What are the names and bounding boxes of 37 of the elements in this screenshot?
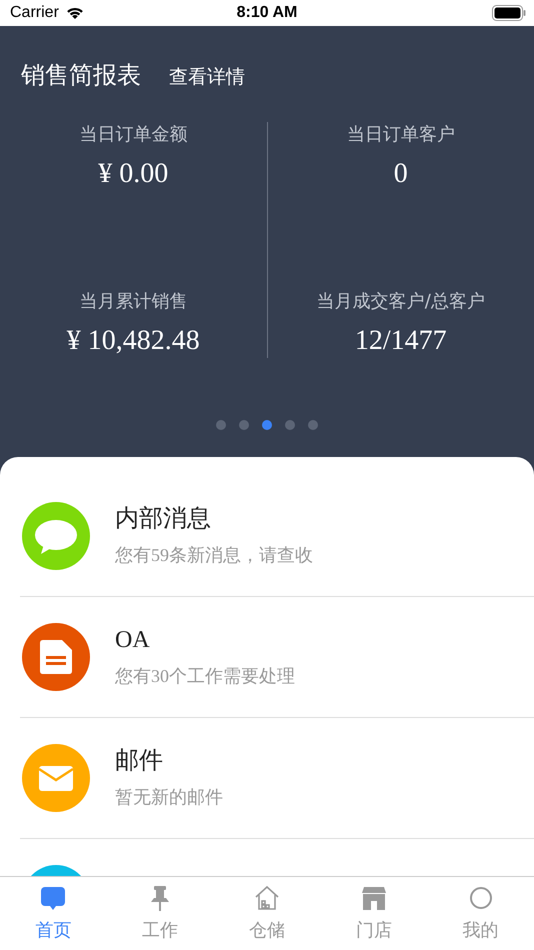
stat-value: ¥ 0.00	[98, 157, 168, 191]
storefront-icon	[360, 885, 387, 911]
message-item[interactable]: 内部消息 您有59条新消息，请查收	[0, 476, 534, 596]
stat-label: 当月累计销售	[79, 290, 188, 314]
message-subtitle: 暂无新的邮件	[115, 786, 223, 809]
message-item[interactable]: OA 您有30个工作需要处理	[0, 597, 534, 717]
stat-value: 12/1477	[354, 324, 447, 358]
message-title: 内部消息	[115, 504, 212, 534]
tab-item[interactable]: 工作	[106, 877, 214, 950]
message-item[interactable]: 邮件 暂无新的邮件	[0, 718, 534, 838]
message-subtitle: 您有59条新消息，请查收	[115, 544, 313, 567]
message-subtitle: 您有30个工作需要处理	[115, 665, 295, 688]
house-icon	[254, 885, 280, 911]
details-link[interactable]: 查看详情	[169, 64, 245, 90]
message-title: OA	[115, 626, 151, 655]
wifi-icon	[64, 6, 85, 20]
tab-item[interactable]: 首页	[0, 877, 107, 950]
clock-time: 8:10 AM	[236, 4, 298, 22]
stat-value: 0	[394, 157, 408, 191]
stat-label: 当日订单客户	[346, 123, 455, 147]
page-dot[interactable]	[239, 420, 249, 430]
stat-label: 当日订单金额	[79, 123, 188, 147]
page-dot[interactable]	[308, 420, 318, 430]
page-dot[interactable]	[262, 420, 272, 430]
circle-icon	[468, 885, 494, 911]
report-title: 销售简报表	[21, 60, 141, 90]
tab-item[interactable]: 仓储	[214, 877, 320, 950]
page-dot[interactable]	[285, 420, 295, 430]
stat-value: ¥ 10,482.48	[66, 324, 200, 358]
page-dot[interactable]	[216, 420, 226, 430]
battery-icon	[492, 5, 526, 21]
stat-label: 当月成交客户/总客户	[316, 290, 485, 314]
carrier: Carrier	[10, 4, 59, 22]
chat-bubble-icon	[40, 885, 66, 911]
tab-item[interactable]: 我的	[427, 877, 534, 950]
message-title: 邮件	[115, 747, 164, 776]
tab-item[interactable]: 门店	[320, 877, 428, 950]
